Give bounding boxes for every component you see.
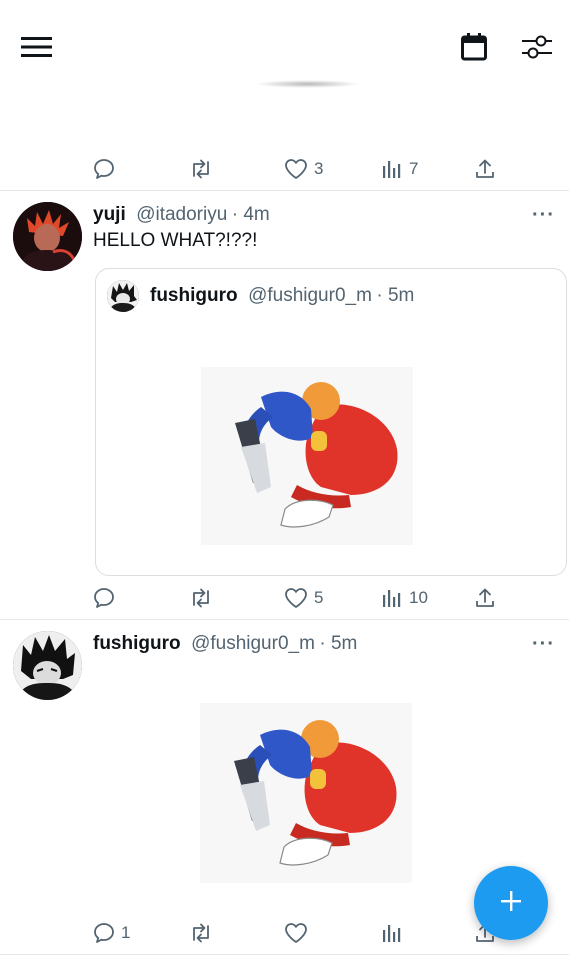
tweet-header: fushiguro @fushigur0_m · 5m — [93, 633, 357, 655]
like-count: 3 — [314, 159, 324, 178]
speech-bubble-icon — [93, 922, 115, 944]
plus-icon — [499, 889, 523, 918]
tweet-actions-reply: 5 10 — [0, 583, 569, 613]
display-name: fushiguro — [150, 285, 238, 306]
like-count: 5 — [314, 588, 324, 607]
like-button[interactable]: 3 — [284, 154, 323, 184]
calendar-icon[interactable] — [456, 30, 492, 64]
speech-bubble-icon — [93, 587, 115, 609]
divider — [0, 190, 569, 191]
quoted-tweet-header: fushiguro @fushigur0_m · 5m — [150, 285, 414, 307]
more-options-icon[interactable]: ··· — [532, 204, 555, 227]
timestamp[interactable]: · 4m — [232, 204, 270, 225]
share-button[interactable] — [474, 154, 496, 184]
sliders-icon[interactable] — [518, 30, 556, 64]
top-bar — [0, 0, 569, 92]
views-button[interactable] — [381, 918, 403, 948]
tweet-header: yuji @itadoriyu · 4m — [93, 204, 270, 226]
bar-chart-icon — [381, 922, 403, 944]
tweet-image[interactable] — [200, 703, 412, 883]
more-options-icon[interactable]: ··· — [532, 633, 555, 656]
views-button[interactable]: 7 — [381, 154, 418, 184]
like-button[interactable] — [284, 918, 308, 948]
heart-icon — [284, 158, 308, 180]
handle[interactable]: @itadoriyu — [136, 204, 227, 225]
tweet-text: HELLO WHAT?!??! — [93, 230, 258, 251]
avatar — [107, 280, 139, 312]
bar-chart-icon — [381, 158, 403, 180]
share-icon — [474, 158, 496, 180]
handle: @fushigur0_m — [248, 285, 372, 306]
reply-button[interactable] — [93, 154, 115, 184]
tweet-image[interactable] — [201, 367, 413, 545]
hamburger-menu-icon[interactable] — [18, 30, 56, 64]
retweet-icon — [189, 158, 213, 180]
divider — [0, 954, 569, 955]
display-name[interactable]: fushiguro — [93, 633, 181, 654]
divider — [0, 619, 569, 620]
avatar[interactable] — [13, 631, 82, 700]
reply-button[interactable] — [93, 583, 115, 613]
share-button[interactable] — [474, 583, 496, 613]
compose-button[interactable] — [474, 866, 548, 940]
handle[interactable]: @fushigur0_m — [191, 633, 315, 654]
retweet-button[interactable] — [189, 583, 213, 613]
avatar[interactable] — [13, 202, 82, 271]
reply-button[interactable]: 1 — [93, 918, 130, 948]
media-shadow — [255, 80, 360, 88]
like-button[interactable]: 5 — [284, 583, 323, 613]
views-button[interactable]: 10 — [381, 583, 428, 613]
display-name[interactable]: yuji — [93, 204, 126, 225]
timestamp: · 5m — [376, 285, 415, 306]
tweet-actions-top: 3 7 — [0, 154, 569, 184]
retweet-button[interactable] — [189, 918, 213, 948]
view-count: 7 — [409, 159, 419, 178]
reply-count: 1 — [121, 923, 131, 942]
retweet-icon — [189, 587, 213, 609]
share-icon — [474, 587, 496, 609]
timestamp[interactable]: · 5m — [319, 633, 357, 654]
quoted-tweet[interactable]: fushiguro @fushigur0_m · 5m — [95, 268, 567, 576]
heart-icon — [284, 922, 308, 944]
retweet-icon — [189, 922, 213, 944]
heart-icon — [284, 587, 308, 609]
retweet-button[interactable] — [189, 154, 213, 184]
bar-chart-icon — [381, 587, 403, 609]
speech-bubble-icon — [93, 158, 115, 180]
view-count: 10 — [409, 588, 428, 607]
